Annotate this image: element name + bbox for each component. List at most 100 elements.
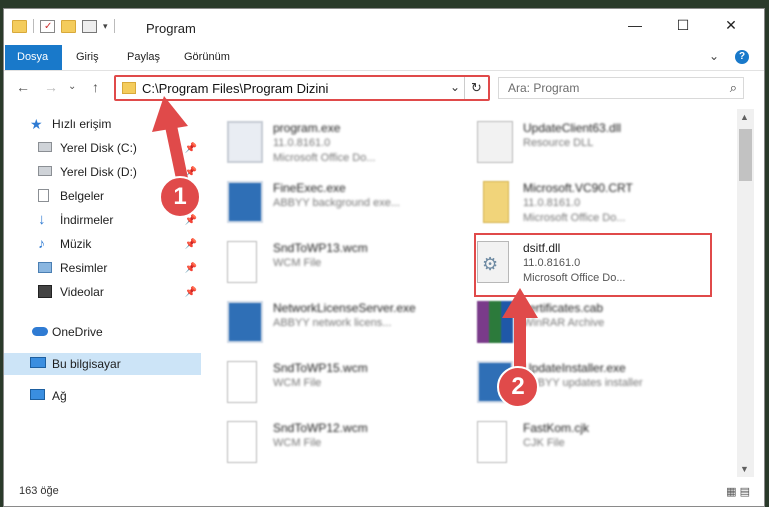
sidebar-item-label: Resimler xyxy=(60,261,108,275)
file-name: certificates.cab xyxy=(523,301,604,315)
file-detail: Microsoft Office Do... xyxy=(523,212,626,224)
list-item[interactable]: NetworkLicenseServer.exe ABBYY network l… xyxy=(207,295,447,353)
file-detail: ABBYY updates installer xyxy=(523,377,643,389)
music-icon: ♪ xyxy=(38,235,45,251)
documents-icon xyxy=(38,189,49,202)
sidebar-item-videos[interactable]: Videolar 📌 xyxy=(4,281,201,303)
list-item[interactable]: SndToWP12.wcm WCM File xyxy=(207,415,447,473)
document-icon xyxy=(227,421,257,463)
forward-button[interactable]: → xyxy=(44,79,58,95)
vertical-scrollbar[interactable]: ▲ ▼ xyxy=(737,109,754,477)
item-count: 163 öğe xyxy=(19,485,59,497)
sidebar-item-label: Videolar xyxy=(60,285,104,299)
view-mode-icon[interactable]: ▦ ▤ xyxy=(726,485,750,498)
navigation-pane: ★ Hızlı erişim Yerel Disk (C:) 📌 Yerel D… xyxy=(4,109,201,469)
qat-dropdown-icon[interactable]: ▾ xyxy=(103,21,108,32)
file-name: Microsoft.VC90.CRT xyxy=(523,181,633,195)
back-button[interactable]: ← xyxy=(16,79,30,95)
cloud-icon xyxy=(32,327,48,336)
drive-icon xyxy=(38,166,52,176)
sidebar-item-quick-access[interactable]: ★ Hızlı erişim xyxy=(4,113,201,135)
scroll-down-icon[interactable]: ▼ xyxy=(740,464,749,474)
pictures-icon xyxy=(38,262,52,273)
separator xyxy=(33,19,34,33)
annotation-badge-2: 2 xyxy=(497,366,539,408)
videos-icon xyxy=(38,285,52,298)
pin-icon: 📌 xyxy=(184,262,197,274)
minimize-button[interactable]: — xyxy=(612,9,658,41)
separator xyxy=(113,19,115,33)
list-item[interactable]: program.exe 11.0.8161.0 Microsoft Office… xyxy=(207,115,447,173)
sidebar-item-label: OneDrive xyxy=(52,325,103,339)
properties-icon[interactable]: ✓ xyxy=(40,19,55,33)
file-name: UpdateClient63.dll xyxy=(523,121,622,135)
list-item[interactable]: SndToWP13.wcm WCM File xyxy=(207,235,447,293)
sidebar-item-this-pc[interactable]: Bu bilgisayar xyxy=(4,353,201,375)
pin-icon: 📌 xyxy=(184,142,197,154)
file-name: program.exe xyxy=(273,121,341,135)
address-dropdown-icon[interactable]: ⌄ xyxy=(450,80,460,94)
document-icon xyxy=(477,421,507,463)
file-name: SndToWP15.wcm xyxy=(273,361,368,375)
file-detail: WCM File xyxy=(273,377,322,389)
dll-icon xyxy=(477,121,513,163)
highlight-box xyxy=(474,233,712,297)
sidebar-item-onedrive[interactable]: OneDrive xyxy=(4,321,201,343)
app-icon xyxy=(227,181,263,223)
list-item[interactable]: FineExec.exe ABBYY background exe... xyxy=(207,175,447,233)
scroll-up-icon[interactable]: ▲ xyxy=(740,112,749,122)
list-item[interactable]: FastKom.cjk CJK File xyxy=(457,415,697,473)
list-item[interactable]: UpdateClient63.dll Resource DLL xyxy=(457,115,697,173)
sidebar-item-label: Ağ xyxy=(52,389,67,403)
sidebar-item-label: İndirmeler xyxy=(60,213,114,227)
sidebar-item-label: Bu bilgisayar xyxy=(52,357,121,371)
sidebar-item-disk-c[interactable]: Yerel Disk (C:) 📌 xyxy=(4,137,201,159)
scroll-thumb[interactable] xyxy=(739,129,752,181)
sidebar-item-music[interactable]: ♪ Müzik 📌 xyxy=(4,233,201,255)
sidebar-item-label: Müzik xyxy=(60,237,92,251)
tab-dosya[interactable]: Dosya xyxy=(5,45,62,70)
search-box[interactable]: Ara: Program ⌕ xyxy=(498,77,744,99)
file-detail: 11.0.8161.0 xyxy=(523,197,581,209)
new-folder-icon[interactable] xyxy=(61,19,76,33)
folder-icon xyxy=(483,181,509,223)
help-icon[interactable]: ? xyxy=(735,50,749,64)
title-bar: ✓ ▾ Program — ☐ ✕ xyxy=(4,9,764,45)
address-path[interactable]: C:\Program Files\Program Dizini xyxy=(142,81,328,96)
computer-icon xyxy=(30,357,46,368)
sidebar-item-pictures[interactable]: Resimler 📌 xyxy=(4,257,201,279)
close-button[interactable]: ✕ xyxy=(708,9,754,41)
sidebar-item-network[interactable]: Ağ xyxy=(4,385,201,407)
maximize-button[interactable]: ☐ xyxy=(660,9,706,41)
status-bar: 163 öğe ▦ ▤ xyxy=(4,479,764,505)
exe-icon xyxy=(227,121,263,163)
file-detail: ABBYY background exe... xyxy=(273,197,400,209)
file-name: FineExec.exe xyxy=(273,181,346,195)
view-options-icon[interactable] xyxy=(82,19,97,33)
ribbon-collapse-icon[interactable]: ⌄ xyxy=(709,49,719,63)
downloads-icon: ↓ xyxy=(38,211,46,228)
search-input[interactable]: Ara: Program xyxy=(508,81,579,95)
list-item[interactable]: UpdateInstaller.exe ABBYY updates instal… xyxy=(457,355,697,413)
address-bar[interactable]: C:\Program Files\Program Dizini ⌄ ↻ xyxy=(114,75,490,101)
quick-access-toolbar: ✓ ▾ xyxy=(12,19,115,33)
recent-locations-button[interactable]: ⌄ xyxy=(68,81,76,92)
list-item[interactable]: SndToWP15.wcm WCM File xyxy=(207,355,447,413)
explorer-window: ✓ ▾ Program — ☐ ✕ Dosya Giriş Paylaş Gör… xyxy=(3,8,765,507)
refresh-button[interactable]: ↻ xyxy=(464,77,488,99)
tab-gorunum[interactable]: Görünüm xyxy=(172,45,242,70)
file-detail: WCM File xyxy=(273,257,322,269)
list-item[interactable]: certificates.cab WinRAR Archive xyxy=(457,295,697,353)
list-item[interactable]: Microsoft.VC90.CRT 11.0.8161.0 Microsoft… xyxy=(457,175,697,233)
search-icon[interactable]: ⌕ xyxy=(730,80,737,96)
navigation-bar: ← → ⌄ ↑ C:\Program Files\Program Dizini … xyxy=(4,71,764,105)
tab-giris[interactable]: Giriş xyxy=(64,45,111,70)
up-button[interactable]: ↑ xyxy=(92,79,99,95)
file-detail: WCM File xyxy=(273,437,322,449)
file-name: NetworkLicenseServer.exe xyxy=(273,301,416,315)
sidebar-item-label: Hızlı erişim xyxy=(52,117,112,131)
tab-paylas[interactable]: Paylaş xyxy=(115,45,172,70)
file-name: FastKom.cjk xyxy=(523,421,590,435)
file-detail: Resource DLL xyxy=(523,137,594,149)
folder-icon xyxy=(12,19,27,33)
